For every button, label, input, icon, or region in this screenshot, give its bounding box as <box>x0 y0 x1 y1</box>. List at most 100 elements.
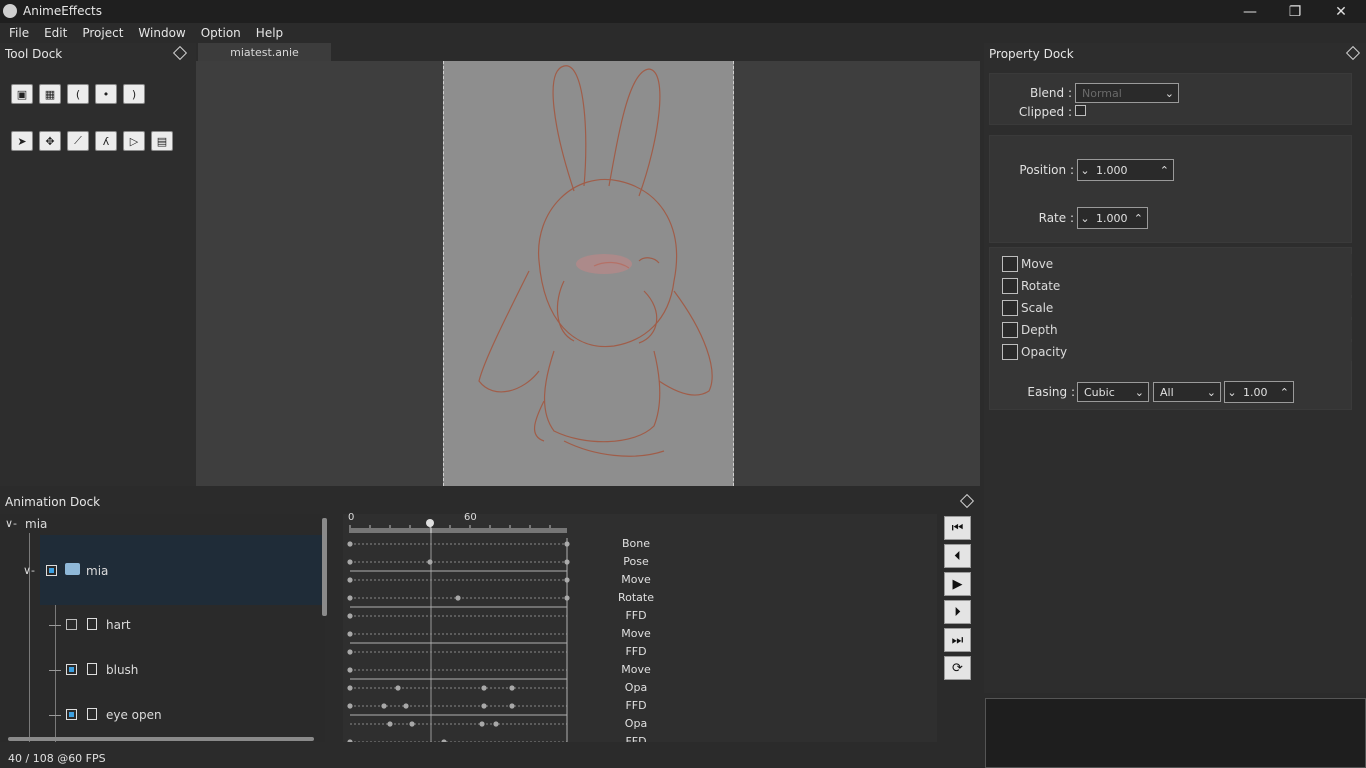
curve-right-icon[interactable]: ) <box>123 84 145 104</box>
blend-select[interactable]: Normal ⌄ <box>1075 83 1179 103</box>
dot-icon[interactable]: • <box>95 84 117 104</box>
minimize-button[interactable]: — <box>1227 0 1273 23</box>
ruler-label-60: 60 <box>464 512 477 523</box>
tree-branch <box>49 670 61 671</box>
easing-value: 1.00 <box>1243 385 1268 399</box>
track-label: Opa <box>624 717 648 730</box>
track-label: Move <box>621 573 651 586</box>
step-back-icon[interactable]: ⏴ <box>944 544 971 568</box>
file-tab[interactable]: miatest.anie <box>198 43 331 61</box>
chevron-down-icon[interactable]: ∨- <box>5 517 17 530</box>
tree-horizontal-scrollbar[interactable] <box>8 737 314 741</box>
image-icon[interactable]: ▦ <box>39 84 61 104</box>
chevron-down-icon[interactable]: ⌄ <box>1225 386 1239 399</box>
easing-range-select[interactable]: All ⌄ <box>1153 382 1221 402</box>
layer-visible-checkbox[interactable] <box>66 709 77 720</box>
move-icon[interactable]: ✥ <box>39 131 61 151</box>
track-label: Pose <box>623 555 649 568</box>
tree-branch <box>49 715 61 716</box>
scale-check-row[interactable]: Scale <box>1000 298 1352 317</box>
track-label: Bone <box>621 537 650 550</box>
clipped-checkbox[interactable] <box>1075 105 1086 116</box>
menu-file[interactable]: File <box>2 26 37 40</box>
move-checkbox[interactable] <box>1002 255 1018 272</box>
rate-spinbox[interactable]: ⌄ 1.000 ⌃ <box>1077 207 1148 229</box>
ruler-label-0: 0 <box>348 512 355 523</box>
play-icon[interactable]: ▶ <box>944 572 971 596</box>
rotate-check-row[interactable]: Rotate <box>1000 276 1352 295</box>
skip-to-end-icon[interactable]: ⏭ <box>944 628 971 652</box>
opacity-check-row[interactable]: Opacity <box>1000 342 1352 361</box>
position-value: 1.000 <box>1096 163 1128 177</box>
layer-label[interactable]: blush <box>106 663 138 677</box>
layer-visible-checkbox[interactable] <box>66 664 77 675</box>
depth-checkbox[interactable] <box>1002 321 1018 338</box>
track-label: Move <box>621 663 651 676</box>
menu-window[interactable]: Window <box>131 26 193 40</box>
menu-project[interactable]: Project <box>75 26 131 40</box>
folder-visible-checkbox[interactable] <box>46 565 57 576</box>
opacity-check-label: Opacity <box>1021 344 1068 359</box>
easing-label: Easing : <box>1027 385 1075 399</box>
animation-dock-title: Animation Dock <box>5 495 101 509</box>
opacity-checkbox[interactable] <box>1002 343 1018 360</box>
curve-left-icon[interactable]: ( <box>67 84 89 104</box>
layer-label[interactable]: eye open <box>106 708 162 722</box>
property-dock-title: Property Dock <box>989 47 1074 61</box>
easing-range-value: All <box>1160 385 1174 399</box>
menu-help[interactable]: Help <box>249 26 291 40</box>
title-bar <box>0 0 1366 23</box>
chevron-down-icon[interactable]: ∨- <box>23 564 35 577</box>
track-label: Rotate <box>617 591 654 604</box>
track-label: FFD <box>625 609 647 622</box>
file-icon <box>87 618 97 630</box>
chevron-down-icon[interactable]: ⌄ <box>1078 212 1092 225</box>
root-node-label[interactable]: mia <box>25 517 47 531</box>
track-label: FFD <box>625 645 647 658</box>
blend-value: Normal <box>1082 86 1122 100</box>
scale-checkbox[interactable] <box>1002 299 1018 316</box>
layer-label[interactable]: hart <box>106 618 131 632</box>
step-forward-icon[interactable]: ⏵ <box>944 600 971 624</box>
easing-value-spinbox[interactable]: ⌄ 1.00 ⌃ <box>1224 381 1294 403</box>
depth-check-row[interactable]: Depth <box>1000 320 1352 339</box>
chevron-down-icon[interactable]: ⌄ <box>1078 164 1092 177</box>
chevron-up-icon[interactable]: ⌃ <box>1160 164 1169 177</box>
track-label: FFD <box>625 735 647 742</box>
ffd-icon[interactable]: ▤ <box>151 131 173 151</box>
folder-icon <box>65 563 80 575</box>
menu-option[interactable]: Option <box>194 26 249 40</box>
track-label: Opa <box>624 681 648 694</box>
rotate-checkbox[interactable] <box>1002 277 1018 294</box>
skip-to-start-icon[interactable]: ⏮ <box>944 516 971 540</box>
mesh-icon[interactable]: ▷ <box>123 131 145 151</box>
maximize-button[interactable]: ❐ <box>1272 0 1318 23</box>
folder-label[interactable]: mia <box>86 564 108 578</box>
status-frame-info: 40 / 108 @60 FPS <box>0 749 980 768</box>
chevron-up-icon[interactable]: ⌃ <box>1280 386 1289 399</box>
bone-icon[interactable]: ⟋ <box>67 131 89 151</box>
app-logo-icon <box>3 4 17 18</box>
move-check-label: Move <box>1021 256 1054 271</box>
file-icon <box>87 663 97 675</box>
drawing-canvas[interactable] <box>443 61 734 486</box>
cube-icon[interactable]: ▣ <box>11 84 33 104</box>
chevron-up-icon[interactable]: ⌃ <box>1134 212 1143 225</box>
tree-vertical-scrollbar[interactable] <box>322 518 327 616</box>
chevron-down-icon: ⌄ <box>1164 86 1174 100</box>
pose-icon[interactable]: ʎ <box>95 131 117 151</box>
rate-value: 1.000 <box>1096 211 1128 225</box>
menu-edit[interactable]: Edit <box>37 26 75 40</box>
depth-check-label: Depth <box>1021 322 1058 337</box>
folder-row-selected[interactable] <box>40 535 322 605</box>
rotate-check-label: Rotate <box>1021 278 1061 293</box>
file-icon <box>87 708 97 720</box>
position-spinbox[interactable]: ⌄ 1.000 ⌃ <box>1077 159 1174 181</box>
cursor-icon[interactable]: ➤ <box>11 131 33 151</box>
move-check-row[interactable]: Move <box>1000 254 1352 273</box>
layer-visible-checkbox[interactable] <box>66 619 77 630</box>
clipped-label: Clipped : <box>1018 105 1072 119</box>
easing-type-select[interactable]: Cubic ⌄ <box>1077 382 1149 402</box>
loop-icon[interactable]: ⟳ <box>944 656 971 680</box>
close-button[interactable]: ✕ <box>1318 0 1364 23</box>
